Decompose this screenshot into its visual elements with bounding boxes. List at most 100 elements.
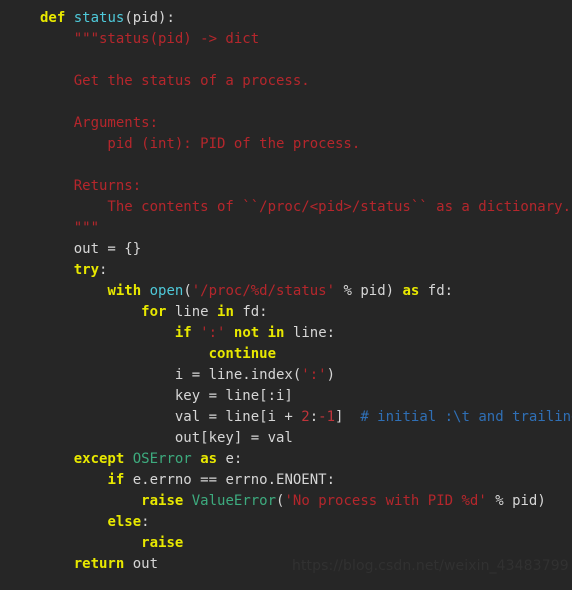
- code-token-pl: :: [141, 514, 150, 530]
- code-viewer[interactable]: def status(pid): """status(pid) -> dict …: [0, 0, 572, 590]
- code-token-pl: out: [124, 556, 159, 572]
- code-token-kw: raise: [141, 535, 184, 551]
- code-token-str: ':': [200, 325, 226, 341]
- code-token-kw: as: [200, 451, 218, 467]
- code-line: if ':' not in line:: [40, 323, 572, 344]
- code-token-pl: (: [183, 283, 192, 299]
- code-token-com: # initial :\t and trailing \n: [360, 409, 572, 425]
- code-line: val = line[i + 2:-1] # initial :\t and t…: [40, 407, 572, 428]
- code-token-doc: The contents of ``/proc/<pid>/status`` a…: [40, 199, 572, 215]
- code-token-pl: key = line[:i]: [40, 388, 293, 404]
- code-line: out[key] = val: [40, 428, 572, 449]
- code-token-kw: def: [40, 10, 66, 26]
- code-line: """status(pid) -> dict: [40, 29, 572, 50]
- code-token-kw: if: [174, 325, 192, 341]
- code-line: if e.errno == errno.ENOENT:: [40, 470, 572, 491]
- code-content[interactable]: def status(pid): """status(pid) -> dict …: [0, 8, 572, 575]
- code-token-pl: line: [166, 304, 218, 320]
- code-line: for line in fd:: [40, 302, 572, 323]
- code-token-kw: as: [402, 283, 420, 299]
- code-token-pl: out[key] = val: [40, 430, 293, 446]
- code-token-pl: % pid): [486, 493, 546, 509]
- code-token-kw: continue: [208, 346, 277, 362]
- code-line: except OSError as e:: [40, 449, 572, 470]
- code-token-pl: ): [326, 367, 336, 383]
- code-token-pl: fd:: [233, 304, 268, 320]
- code-token-num: -1: [318, 409, 336, 425]
- code-token-pl: out = {}: [40, 241, 142, 257]
- code-line: else:: [40, 512, 572, 533]
- code-line: continue: [40, 344, 572, 365]
- code-line: Get the status of a process.: [40, 71, 572, 92]
- code-token-pl: :: [309, 409, 319, 425]
- code-token-fn: status: [73, 10, 125, 26]
- code-token-exc: OSError: [132, 451, 192, 467]
- code-line: Returns:: [40, 176, 572, 197]
- code-token-kw: except: [73, 451, 125, 467]
- code-token-doc: """: [40, 220, 100, 236]
- code-line: key = line[:i]: [40, 386, 572, 407]
- code-line: pid (int): PID of the process.: [40, 134, 572, 155]
- code-line: Arguments:: [40, 113, 572, 134]
- code-line: The contents of ``/proc/<pid>/status`` a…: [40, 197, 572, 218]
- code-line: with open('/proc/%d/status' % pid) as fd…: [40, 281, 572, 302]
- code-token-kw: if: [107, 472, 125, 488]
- code-line: [40, 92, 572, 113]
- code-token-doc: Arguments:: [40, 115, 159, 131]
- code-token-kw: for: [141, 304, 167, 320]
- code-token-kw: try: [73, 262, 100, 278]
- code-token-kw: with: [107, 283, 142, 299]
- code-token-str: '/proc/%d/status': [191, 283, 336, 299]
- code-token-pl: :: [99, 262, 108, 278]
- code-token-kw: return: [73, 556, 125, 572]
- code-line: i = line.index(':'): [40, 365, 572, 386]
- code-token-pl: % pid): [335, 283, 403, 299]
- code-token-doc: Get the status of a process.: [40, 73, 310, 89]
- code-line: def status(pid):: [40, 8, 572, 29]
- code-token-str: 'No process with PID %d': [284, 493, 487, 509]
- code-line: [40, 50, 572, 71]
- code-line: """: [40, 218, 572, 239]
- code-token-pl: val = line[i +: [40, 409, 302, 425]
- code-token-kw: not: [233, 325, 260, 341]
- code-line: raise: [40, 533, 572, 554]
- code-line: [40, 155, 572, 176]
- code-token-kw: else: [107, 514, 142, 530]
- code-line: out = {}: [40, 239, 572, 260]
- code-token-pl: i = line.index(: [40, 367, 302, 383]
- code-token-kw: in: [217, 304, 234, 320]
- code-token-pl: (pid):: [124, 10, 175, 26]
- code-token-kw: raise: [141, 493, 184, 509]
- code-token-pl: e:: [217, 451, 243, 467]
- code-token-num: 2: [301, 409, 310, 425]
- code-token-bi: open: [149, 283, 184, 299]
- code-token-doc: """status(pid) -> dict: [40, 31, 260, 47]
- code-token-kw: in: [267, 325, 285, 341]
- code-token-doc: pid (int): PID of the process.: [40, 136, 361, 152]
- code-token-pl: e.errno == errno.ENOENT:: [124, 472, 336, 488]
- code-line: return out: [40, 554, 572, 575]
- code-token-doc: Returns:: [40, 178, 142, 194]
- code-token-pl: line:: [284, 325, 336, 341]
- code-token-str: ':': [301, 367, 327, 383]
